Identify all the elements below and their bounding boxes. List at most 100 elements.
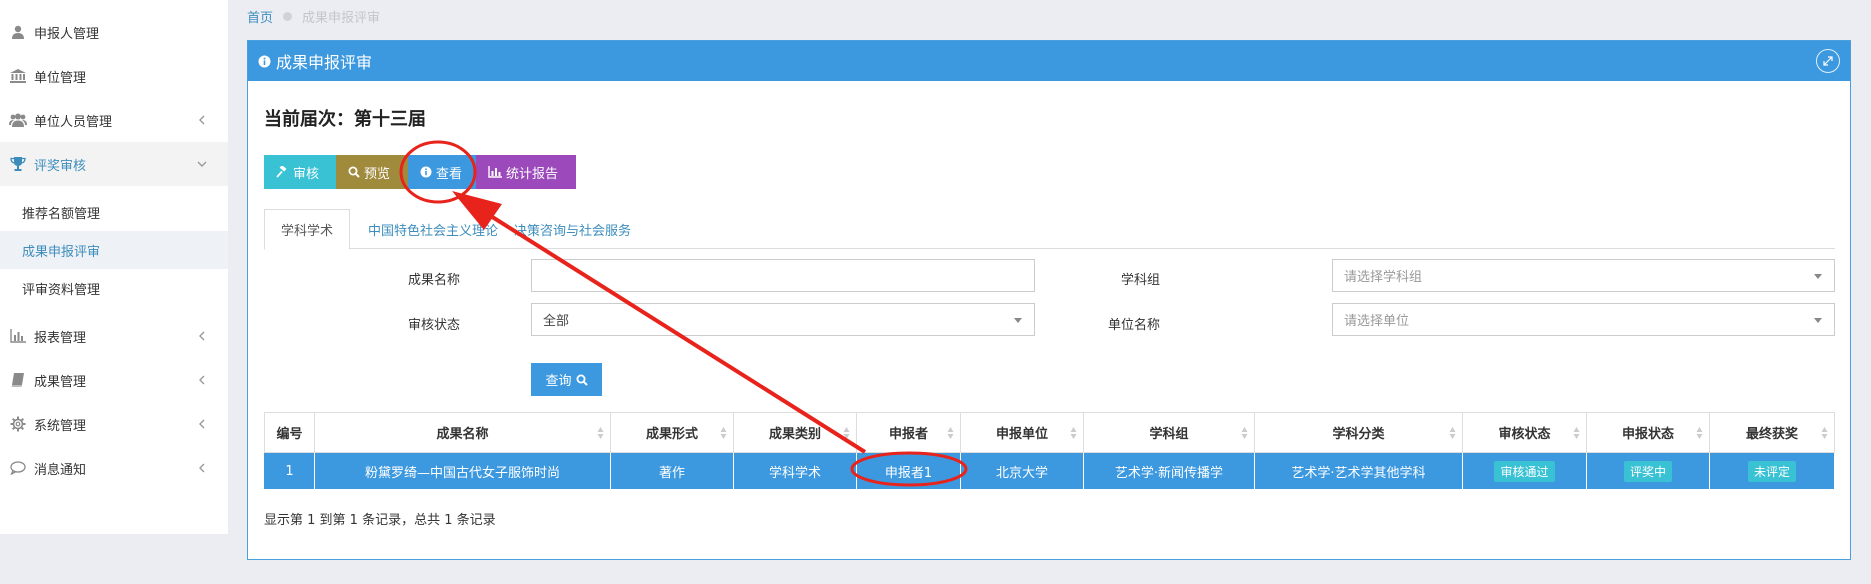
stats-report-button[interactable]: 统计报告: [476, 155, 576, 189]
preview-button[interactable]: 预览: [336, 155, 408, 189]
panel-header: 成果申报评审: [248, 41, 1850, 81]
sidebar-subitem-quota[interactable]: 推荐名额管理: [0, 193, 228, 231]
column-header-subject-class[interactable]: 学科分类: [1255, 412, 1463, 453]
column-header-name[interactable]: 成果名称: [315, 412, 611, 453]
chevron-left-icon: [196, 462, 208, 474]
column-header-review-status[interactable]: 审核状态: [1463, 412, 1587, 453]
breadcrumb-home-link[interactable]: 首页: [247, 7, 273, 26]
sidebar-item-system[interactable]: 系统管理: [0, 402, 228, 446]
tab-subject-academic[interactable]: 学科学术: [264, 209, 351, 250]
view-button-label: 查看: [436, 166, 463, 182]
main-panel: 成果申报评审 当前届次：第十三届 审核 预览 查看 统计报告 学科学术 中国特色…: [247, 40, 1851, 560]
panel-title: 成果申报评审: [276, 53, 373, 72]
apply-status-badge: 评奖中: [1623, 460, 1672, 482]
group-label: 学科组: [1120, 273, 1160, 288]
sidebar-item-achievements[interactable]: 成果管理: [0, 358, 228, 402]
preview-button-label: 预览: [364, 166, 391, 182]
name-input[interactable]: [531, 259, 1035, 292]
tab-label: 中国特色社会主义理论: [368, 223, 499, 239]
column-header-label: 成果形式: [645, 427, 698, 442]
column-header-subject-group[interactable]: 学科组: [1084, 412, 1255, 453]
column-header-label: 成果类别: [768, 427, 821, 442]
query-button[interactable]: 查询: [531, 363, 602, 396]
stats-report-button-label: 统计报告: [506, 166, 559, 182]
chevron-left-icon: [196, 114, 208, 126]
search-icon: [348, 166, 360, 178]
column-header-applicant[interactable]: 申报者: [857, 412, 961, 453]
sidebar-subitem-review-materials[interactable]: 评审资料管理: [0, 269, 228, 307]
review-button[interactable]: 审核: [264, 155, 336, 189]
cell-apply-status: 评奖中: [1587, 453, 1710, 489]
column-header-label: 最终获奖: [1745, 427, 1798, 442]
column-header-apply-status[interactable]: 申报状态: [1587, 412, 1710, 453]
chevron-down-icon: [196, 158, 208, 170]
sidebar-item-label: 报表管理: [34, 330, 87, 346]
column-header-label: 审核状态: [1498, 427, 1551, 442]
column-header-label: 申报者: [888, 427, 928, 442]
results-table: 编号 成果名称 成果形式 成果类别 申报者 申报单位 学科组 学科分类 审核状态…: [264, 412, 1835, 489]
status-select-value: 全部: [543, 314, 570, 329]
status-label: 审核状态: [407, 318, 460, 333]
cell-final-award: 未评定: [1710, 453, 1835, 489]
tab-label: 决策咨询与社会服务: [514, 223, 632, 239]
review-button-label: 审核: [293, 166, 320, 182]
column-header-final-award[interactable]: 最终获奖: [1710, 412, 1835, 453]
view-button[interactable]: 查看: [408, 155, 476, 189]
sidebar-subitem-label: 推荐名额管理: [22, 206, 101, 222]
sidebar-item-unit[interactable]: 单位管理: [0, 54, 228, 98]
status-select[interactable]: 全部: [531, 303, 1035, 336]
sort-icon: [720, 427, 727, 439]
review-status-badge: 审核通过: [1494, 460, 1555, 482]
sidebar-item-label: 申报人管理: [34, 26, 100, 42]
column-header-label: 成果名称: [436, 427, 489, 442]
caret-down-icon: [1814, 318, 1822, 323]
breadcrumb-current: 成果申报评审: [302, 10, 381, 26]
sidebar-item-applicant[interactable]: 申报人管理: [0, 10, 228, 54]
column-header-label: 学科分类: [1332, 427, 1385, 442]
trophy-icon: [9, 156, 27, 172]
column-header-number[interactable]: 编号: [264, 412, 315, 453]
category-tabs: 学科学术 中国特色社会主义理论 决策咨询与社会服务: [264, 209, 1835, 250]
expand-icon: [1823, 56, 1833, 66]
tab-decision-consulting[interactable]: 决策咨询与社会服务: [498, 209, 647, 249]
tab-socialism-theory[interactable]: 中国特色社会主义理论: [352, 209, 514, 249]
cell-applicant: 申报者1: [857, 453, 961, 489]
cell-subject-group: 艺术学·新闻传播学: [1084, 453, 1255, 489]
column-header-label: 学科组: [1149, 427, 1189, 442]
sort-icon: [1449, 427, 1456, 439]
sort-icon: [947, 427, 954, 439]
sidebar-item-label: 单位管理: [34, 70, 87, 86]
book-icon: [9, 372, 27, 388]
cell-form: 著作: [611, 453, 734, 489]
table-row[interactable]: 1 粉黛罗绮—中国古代女子服饰时尚 著作 学科学术 申报者1 北京大学 艺术学·…: [264, 453, 1835, 489]
column-header-unit[interactable]: 申报单位: [961, 412, 1084, 453]
column-header-label: 申报状态: [1621, 427, 1674, 442]
group-select[interactable]: 请选择学科组: [1332, 259, 1835, 292]
table-header-row: 编号 成果名称 成果形式 成果类别 申报者 申报单位 学科组 学科分类 审核状态…: [264, 412, 1835, 453]
sort-icon: [597, 427, 604, 439]
cell-category: 学科学术: [734, 453, 857, 489]
sidebar-item-messages[interactable]: 消息通知: [0, 446, 228, 490]
toolbar: 审核 预览 查看 统计报告: [264, 155, 576, 189]
sort-icon: [1070, 427, 1077, 439]
tab-label: 学科学术: [281, 224, 334, 239]
cell-unit: 北京大学: [961, 453, 1084, 489]
info-circle-icon: [258, 55, 271, 68]
unit-select[interactable]: 请选择单位: [1332, 303, 1835, 336]
sidebar-item-label: 成果管理: [34, 374, 87, 390]
sidebar-item-reports[interactable]: 报表管理: [0, 314, 228, 358]
session-title: 当前届次：第十三届: [264, 109, 426, 130]
chevron-left-icon: [196, 374, 208, 386]
sidebar-item-unit-staff[interactable]: 单位人员管理: [0, 98, 228, 142]
institution-icon: [9, 68, 27, 84]
column-header-category[interactable]: 成果类别: [734, 412, 857, 453]
sort-icon: [1821, 427, 1828, 439]
sidebar-subitem-achievement-review[interactable]: 成果申报评审: [0, 231, 228, 269]
sidebar-item-label: 单位人员管理: [34, 114, 113, 130]
caret-down-icon: [1814, 274, 1822, 279]
expand-button[interactable]: [1816, 49, 1840, 73]
query-button-label: 查询: [545, 374, 572, 389]
sidebar-item-award-review[interactable]: 评奖审核: [0, 142, 228, 186]
group-select-placeholder: 请选择学科组: [1344, 270, 1423, 285]
column-header-form[interactable]: 成果形式: [611, 412, 734, 453]
